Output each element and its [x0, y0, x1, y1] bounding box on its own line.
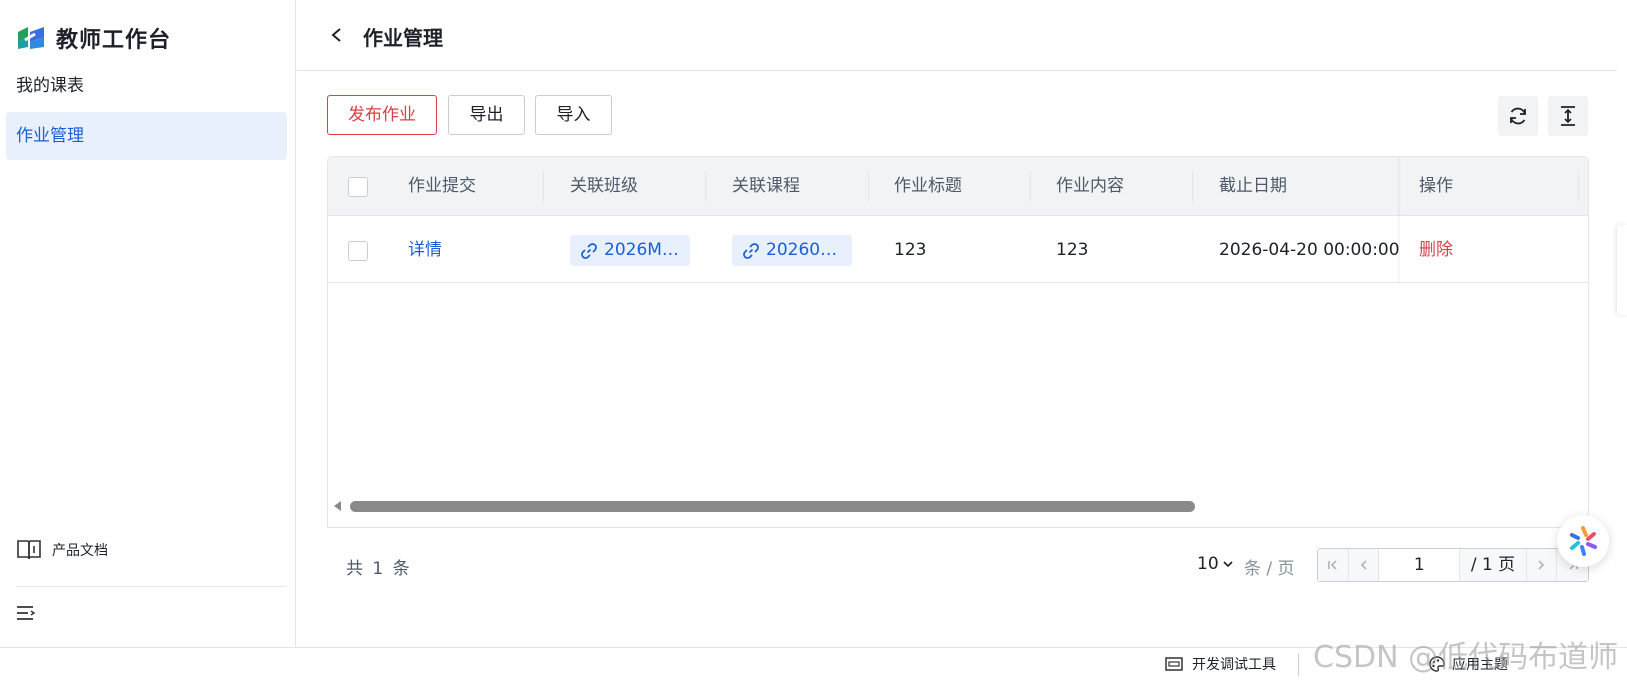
page-title: 作业管理 [363, 26, 443, 50]
app-title: 教师工作台 [56, 28, 172, 53]
refresh-button[interactable] [1498, 96, 1538, 136]
footer-divider [1298, 654, 1299, 676]
devtools-icon [1165, 657, 1183, 671]
first-page-icon [1328, 560, 1337, 570]
export-button[interactable]: 导出 [448, 95, 525, 135]
total-count: 共 1 条 [346, 559, 412, 579]
column-divider [1030, 171, 1031, 201]
prev-page-button[interactable] [1348, 549, 1380, 581]
sidebar-divider [16, 586, 286, 587]
column-divider [868, 171, 869, 201]
scrollbar-thumb[interactable] [350, 501, 1195, 512]
col-header-class: 关联班级 [570, 176, 638, 196]
watermark: CSDN @低代码布道师 [1313, 640, 1619, 675]
horizontal-scrollbar[interactable] [328, 497, 1588, 515]
chevron-left-icon[interactable] [327, 24, 347, 46]
page-size-select[interactable]: 10 [1197, 554, 1235, 574]
refresh-icon [1510, 107, 1526, 125]
dev-tools-button[interactable]: 开发调试工具 [1164, 654, 1276, 674]
page-size-value: 10 [1197, 554, 1219, 574]
select-all-checkbox[interactable] [348, 177, 368, 197]
deadline-cell: 2026-04-20 00:00:00 [1219, 240, 1400, 260]
fixed-column-shadow [1398, 157, 1401, 283]
row-height-button[interactable] [1548, 96, 1588, 136]
sidebar-item-homework[interactable]: 作业管理 [6, 112, 287, 160]
total-pages: / 1 页 [1460, 549, 1527, 581]
assistant-float-button[interactable] [1557, 515, 1609, 567]
row-checkbox[interactable] [348, 241, 368, 261]
chevron-left-icon [1360, 560, 1367, 570]
book-icon [17, 540, 41, 560]
brand[interactable]: 教师工作台 [16, 22, 171, 54]
next-page-button[interactable] [1526, 549, 1558, 581]
homework-table: 作业提交 关联班级 关联课程 作业标题 作业内容 截止日期 操作 详情 2026… [327, 156, 1589, 528]
course-tag[interactable]: 20260… [732, 235, 852, 266]
link-icon [743, 242, 759, 259]
column-height-icon [1561, 106, 1575, 126]
link-icon [581, 242, 597, 259]
page-number-input[interactable] [1379, 549, 1461, 581]
assistant-icon [1570, 526, 1597, 556]
class-tag-label: 2026M… [604, 240, 679, 260]
menu-collapse-icon[interactable] [16, 604, 36, 622]
logo-icon [18, 27, 44, 49]
side-drawer-tab[interactable] [1617, 225, 1627, 315]
publish-homework-button[interactable]: 发布作业 [327, 95, 437, 135]
col-header-deadline: 截止日期 [1219, 176, 1287, 196]
column-divider [1192, 171, 1193, 201]
col-header-submit: 作业提交 [408, 176, 476, 196]
page-size-unit: 条 / 页 [1244, 559, 1295, 579]
detail-link[interactable]: 详情 [408, 217, 442, 283]
column-divider [705, 171, 706, 201]
course-tag-label: 20260… [766, 240, 838, 260]
pagination: / 1 页 [1317, 548, 1589, 582]
col-header-title: 作业标题 [894, 176, 962, 196]
first-page-button[interactable] [1318, 549, 1349, 581]
col-header-content: 作业内容 [1056, 176, 1124, 196]
dev-tools-label: 开发调试工具 [1192, 657, 1276, 673]
homework-content-cell: 123 [1056, 240, 1089, 260]
column-divider [1578, 171, 1579, 201]
sidebar: 教师工作台 我的课表 作业管理 产品文档 [0, 0, 296, 647]
import-button[interactable]: 导入 [535, 95, 612, 135]
scroll-left-arrow-icon[interactable] [334, 501, 341, 511]
product-docs-label: 产品文档 [52, 543, 108, 559]
chevron-down-icon [1223, 561, 1233, 568]
sidebar-item-schedule[interactable]: 我的课表 [6, 62, 287, 110]
product-docs-link[interactable]: 产品文档 [16, 538, 108, 562]
col-header-action: 操作 [1419, 176, 1453, 196]
class-tag[interactable]: 2026M… [570, 235, 690, 266]
column-divider [543, 171, 544, 201]
col-header-course: 关联课程 [732, 176, 800, 196]
delete-link[interactable]: 删除 [1419, 217, 1453, 283]
chevron-right-icon [1538, 560, 1545, 570]
page-header: 作业管理 [297, 0, 1617, 71]
homework-title-cell: 123 [894, 240, 927, 260]
